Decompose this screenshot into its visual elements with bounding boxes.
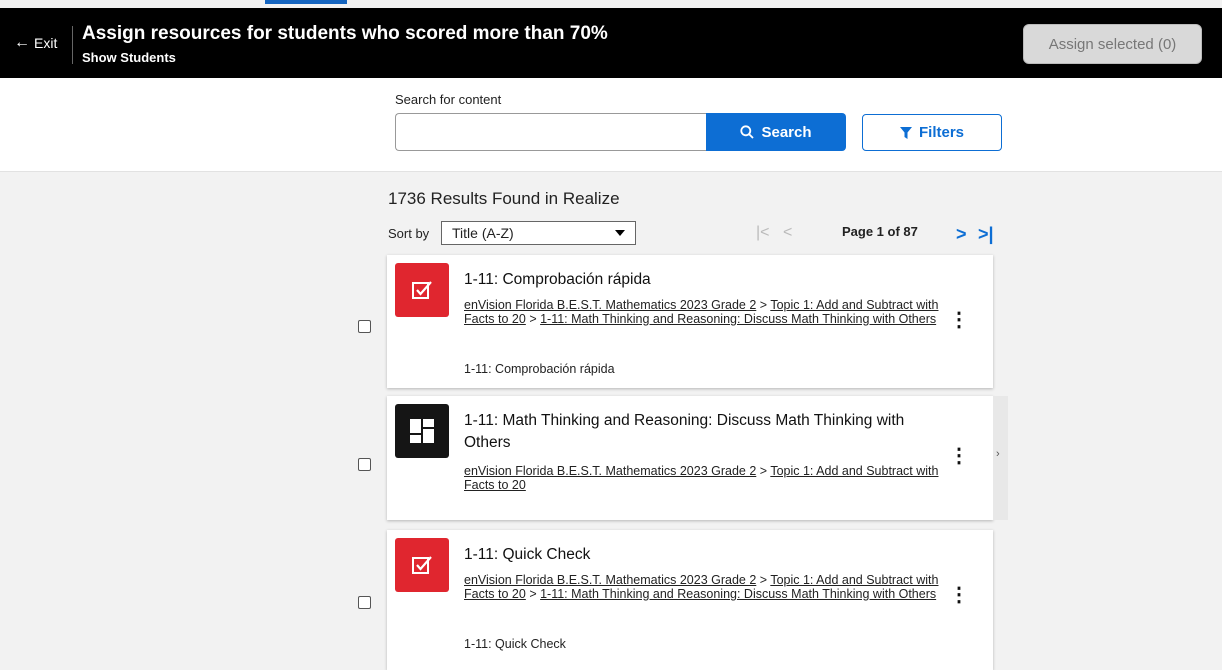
- checkmark-square-icon: [412, 556, 432, 574]
- search-button[interactable]: Search: [706, 113, 846, 151]
- search-label: Search for content: [395, 92, 502, 107]
- card-title[interactable]: 1-11: Comprobación rápida: [464, 269, 954, 291]
- filters-button-label: Filters: [918, 124, 964, 141]
- breadcrumb-program-link[interactable]: enVision Florida B.E.S.T. Mathematics 20…: [464, 573, 756, 587]
- first-page-icon[interactable]: |<: [756, 224, 770, 242]
- kebab-menu-icon[interactable]: ⋮: [949, 446, 969, 466]
- layout-grid-icon: [410, 419, 434, 443]
- search-input[interactable]: [395, 113, 707, 151]
- show-students-link[interactable]: Show Students: [82, 50, 176, 65]
- result-card[interactable]: 1-11: Quick Check enVision Florida B.E.S…: [387, 530, 993, 670]
- card-breadcrumb: enVision Florida B.E.S.T. Mathematics 20…: [464, 573, 939, 601]
- checkmark-square-icon: [412, 281, 432, 299]
- arrow-left-icon: ←: [14, 34, 30, 51]
- active-tab-indicator: [265, 0, 347, 4]
- filter-icon: [899, 126, 912, 139]
- last-page-icon[interactable]: >|: [978, 224, 994, 245]
- result-card[interactable]: 1-11: Math Thinking and Reasoning: Discu…: [387, 396, 993, 520]
- kebab-menu-icon[interactable]: ⋮: [949, 585, 969, 605]
- card-title[interactable]: 1-11: Quick Check: [464, 544, 954, 566]
- breadcrumb-lesson-link[interactable]: 1-11: Math Thinking and Reasoning: Discu…: [540, 587, 936, 601]
- kebab-menu-icon[interactable]: ⋮: [949, 310, 969, 330]
- sort-label: Sort by: [388, 226, 430, 241]
- expand-card-handle[interactable]: ›: [993, 396, 1008, 520]
- chevron-right-icon: ›: [996, 448, 1000, 460]
- top-bar: ← Exit Assign resources for students who…: [0, 8, 1222, 78]
- breadcrumb-program-link[interactable]: enVision Florida B.E.S.T. Mathematics 20…: [464, 464, 756, 478]
- exit-button[interactable]: ← Exit: [14, 34, 58, 52]
- filters-button[interactable]: Filters: [862, 114, 1002, 151]
- results-count: 1736 Results Found in Realize: [388, 189, 620, 208]
- lesson-thumbnail: [395, 404, 449, 458]
- search-panel: Search for content Search Filters: [0, 78, 1222, 172]
- card-title[interactable]: 1-11: Math Thinking and Reasoning: Discu…: [464, 410, 954, 454]
- assign-selected-button[interactable]: Assign selected (0): [1023, 24, 1202, 64]
- quick-check-thumbnail: [395, 263, 449, 317]
- exit-label: Exit: [34, 35, 58, 51]
- search-button-label: Search: [761, 123, 812, 141]
- prev-page-icon[interactable]: <: [783, 224, 792, 242]
- select-checkbox[interactable]: [358, 596, 371, 609]
- search-icon: [740, 125, 755, 139]
- result-card[interactable]: 1-11: Comprobación rápida enVision Flori…: [387, 255, 993, 388]
- breadcrumb-program-link[interactable]: enVision Florida B.E.S.T. Mathematics 20…: [464, 298, 756, 312]
- breadcrumb-lesson-link[interactable]: 1-11: Math Thinking and Reasoning: Discu…: [540, 312, 936, 326]
- card-breadcrumb: enVision Florida B.E.S.T. Mathematics 20…: [464, 464, 939, 492]
- quick-check-thumbnail: [395, 538, 449, 592]
- card-description: 1-11: Quick Check: [464, 637, 566, 651]
- sort-dropdown[interactable]: Title (A-Z): [441, 221, 636, 245]
- card-breadcrumb: enVision Florida B.E.S.T. Mathematics 20…: [464, 298, 939, 326]
- caret-down-icon: [615, 230, 625, 236]
- select-checkbox[interactable]: [358, 320, 371, 333]
- next-page-icon[interactable]: >: [956, 224, 967, 245]
- sort-value: Title (A-Z): [452, 225, 514, 241]
- card-description: 1-11: Comprobación rápida: [464, 362, 615, 376]
- header-divider: [72, 26, 73, 64]
- page-title: Assign resources for students who scored…: [82, 23, 608, 44]
- page-indicator: Page 1 of 87: [842, 224, 918, 239]
- select-checkbox[interactable]: [358, 458, 371, 471]
